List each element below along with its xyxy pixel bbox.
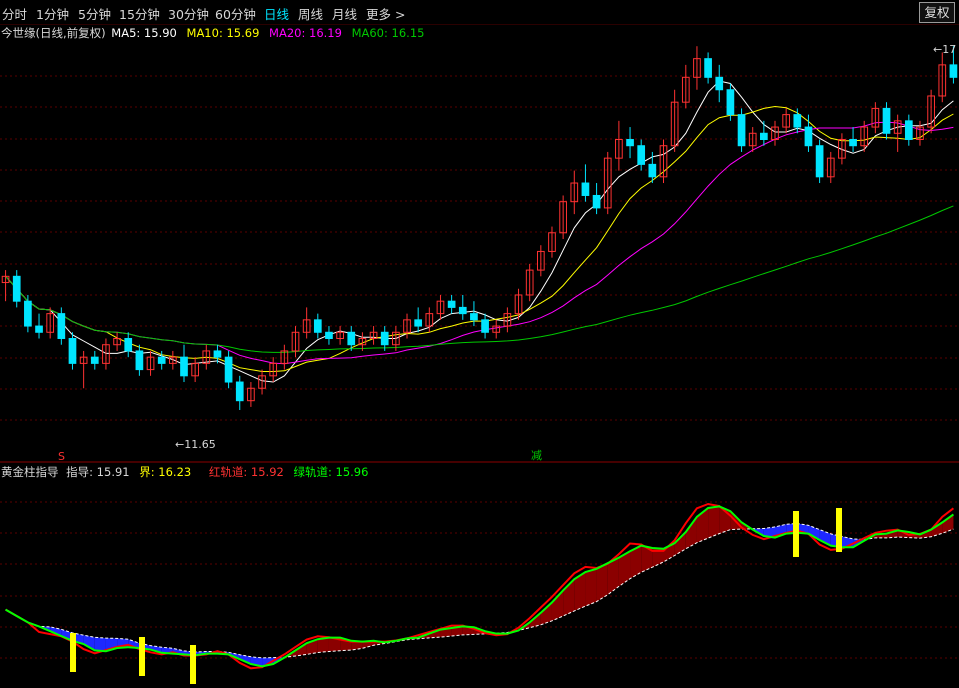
candle-body <box>904 120 913 140</box>
candle-body <box>882 107 891 134</box>
candle-body <box>124 338 133 352</box>
chart-canvas[interactable]: ←11.65 ←17 S 减 <box>0 0 959 688</box>
gold-bar <box>793 511 799 557</box>
candle-body <box>414 319 423 327</box>
grid-lines <box>0 75 959 659</box>
candle-body <box>57 313 66 339</box>
candle-body <box>213 350 222 358</box>
candle-body <box>24 300 32 327</box>
candle-body <box>157 356 166 364</box>
candle-body <box>481 319 489 333</box>
candle-body <box>380 331 389 346</box>
jian-marker: 减 <box>531 449 542 462</box>
candle-body <box>581 182 590 196</box>
ma20-line <box>5 121 954 365</box>
candle-body <box>760 132 768 140</box>
gold-bar <box>190 645 196 684</box>
candle-body <box>235 381 244 402</box>
candle-body <box>35 325 43 333</box>
candle-body <box>12 275 21 302</box>
candle-body <box>804 126 813 147</box>
gold-bar <box>836 508 842 552</box>
candle-body <box>347 331 356 346</box>
candle-body <box>135 350 144 371</box>
candle-body <box>325 331 333 339</box>
candle-body <box>949 64 958 78</box>
candle-body <box>626 139 634 147</box>
candle-body <box>704 58 712 78</box>
candle-body <box>224 356 233 383</box>
low-price-label: ←11.65 <box>175 438 216 451</box>
candle-body <box>68 338 77 364</box>
candle-body <box>470 313 478 321</box>
gold-bar-indicator <box>5 502 955 684</box>
candle-body <box>815 145 824 178</box>
s-marker: S <box>58 450 65 463</box>
candle-body <box>637 145 646 165</box>
gold-bar <box>139 637 145 676</box>
indicator-fill <box>94 637 106 652</box>
candle-body <box>447 300 456 308</box>
indicator-fill <box>674 532 686 556</box>
candle-body <box>715 76 724 91</box>
gold-bar <box>70 633 76 672</box>
candle-body <box>313 319 322 333</box>
candle-body <box>180 356 188 377</box>
candle-body <box>458 306 467 315</box>
ma10-line <box>5 105 954 372</box>
candle-body <box>592 194 601 209</box>
indicator-fill <box>585 568 597 607</box>
candle-body <box>737 114 746 147</box>
candle-body <box>793 114 802 128</box>
boundary-line <box>5 522 954 659</box>
high-price-label: ←17 <box>933 43 956 56</box>
candle-body <box>90 356 99 364</box>
candle-body <box>648 163 657 178</box>
candle-body <box>849 139 857 147</box>
indicator-fill <box>708 506 720 539</box>
candle-body <box>726 89 735 116</box>
candlesticks <box>1 46 958 411</box>
